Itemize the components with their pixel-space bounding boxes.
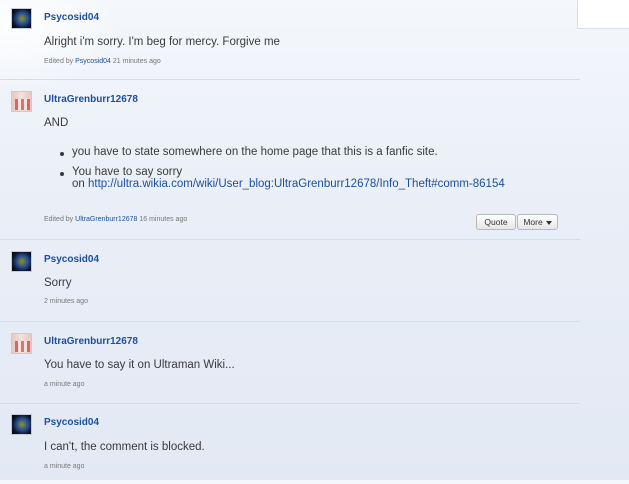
comment-meta: a minute ago: [44, 463, 84, 470]
timestamp: 16 minutes ago: [139, 216, 188, 223]
comment-text: AND: [44, 117, 69, 129]
comment-thread: Psycosid04 Alright i'm sorry. I'm beg fo…: [0, 0, 580, 484]
comment-username[interactable]: UltraGrenburr12678: [44, 94, 138, 105]
comment-text: Sorry: [44, 277, 72, 289]
comment-meta: Edited by UltraGrenburr12678 16 minutes …: [44, 216, 187, 223]
comment-meta: 2 minutes ago: [44, 298, 88, 305]
comment: UltraGrenburr12678 You have to say it on…: [0, 322, 580, 404]
earth-avatar[interactable]: [11, 8, 32, 29]
timestamp: a minute ago: [44, 463, 85, 470]
quote-button[interactable]: Quote: [476, 214, 516, 230]
editor-link[interactable]: UltraGrenburr12678: [75, 216, 137, 223]
comment: Psycosid04 I can't, the comment is block…: [0, 404, 580, 484]
editor-link[interactable]: Psycosid04: [75, 58, 111, 65]
timestamp: a minute ago: [44, 381, 85, 388]
comment-username[interactable]: Psycosid04: [44, 12, 99, 23]
more-label: More: [523, 217, 543, 227]
caret-down-icon: [545, 220, 552, 225]
timestamp: 21 minutes ago: [112, 58, 161, 65]
earth-avatar[interactable]: [11, 251, 32, 272]
timestamp: 2 minutes ago: [44, 298, 88, 305]
comment-meta: a minute ago: [44, 381, 84, 388]
comment-text: I can't, the comment is blocked.: [44, 441, 205, 453]
blog-link[interactable]: http://ultra.wikia.com/wiki/User_blog:Ul…: [88, 178, 505, 190]
top-right-panel: [577, 0, 629, 29]
more-button[interactable]: More: [517, 214, 558, 230]
comment-meta: Edited by Psycosid04 21 minutes ago: [44, 58, 161, 65]
list-item: You have to say sorry on http://ultra.wi…: [44, 166, 505, 190]
comment-username[interactable]: Psycosid04: [44, 417, 99, 428]
list-item: you have to state somewhere on the home …: [44, 146, 505, 158]
bullet-list: you have to state somewhere on the home …: [44, 146, 505, 190]
edited-by-label: Edited by: [44, 58, 74, 65]
hero-avatar[interactable]: [11, 333, 32, 354]
list-item-prefix: on: [72, 178, 85, 190]
comment-text: Alright i'm sorry. I'm beg for mercy. Fo…: [44, 36, 280, 48]
comment-text: You have to say it on Ultraman Wiki...: [44, 359, 235, 371]
comment: Psycosid04 Alright i'm sorry. I'm beg fo…: [0, 0, 580, 80]
comment: UltraGrenburr12678 AND you have to state…: [0, 80, 580, 240]
list-item-text: You have to say sorry: [72, 166, 183, 178]
comment-username[interactable]: UltraGrenburr12678: [44, 336, 138, 347]
comment-username[interactable]: Psycosid04: [44, 254, 99, 265]
earth-avatar[interactable]: [11, 414, 32, 435]
comment: Psycosid04 Sorry 2 minutes ago: [0, 240, 580, 322]
hero-avatar[interactable]: [11, 91, 32, 112]
edited-by-label: Edited by: [44, 216, 74, 223]
